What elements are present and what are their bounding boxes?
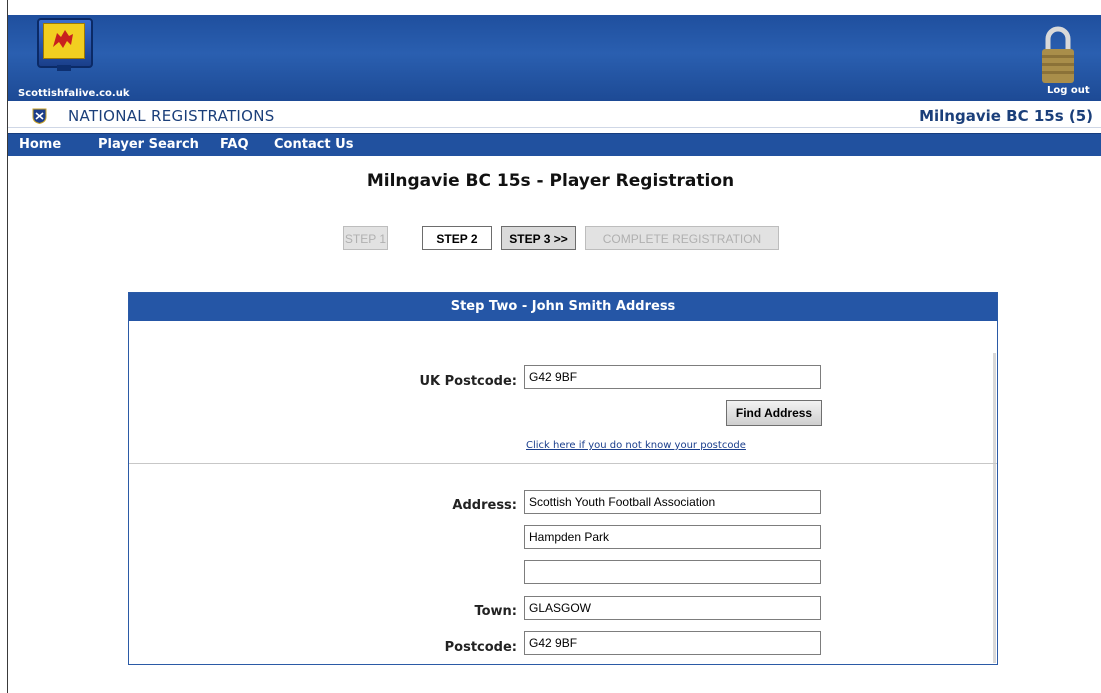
postcode-label: UK Postcode: [419,374,517,389]
step-2-button[interactable]: STEP 2 [422,226,492,250]
page-title: Milngavie BC 15s - Player Registration [366,171,735,191]
padlock-icon[interactable] [1038,25,1078,87]
town-input[interactable] [524,596,821,620]
nav-home[interactable]: Home [19,137,61,152]
nav-player-search[interactable]: Player Search [98,137,199,152]
postcode-2-label: Postcode: [444,640,517,655]
site-name: Scottishfalive.co.uk [18,88,130,99]
address-line-1-input[interactable] [524,490,821,514]
section-divider [129,463,997,464]
address-line-3-input[interactable] [524,560,821,584]
title-bar: NATIONAL REGISTRATIONS Milngavie BC 15s … [8,105,1101,128]
town-label: Town: [474,604,517,619]
find-address-button[interactable]: Find Address [726,400,822,426]
nav-faq[interactable]: FAQ [220,137,249,152]
postcode-help-link[interactable]: Click here if you do not know your postc… [526,440,746,451]
address-label: Address: [452,498,517,513]
team-label: Milngavie BC 15s (5) [919,107,1093,125]
sfa-crest-icon [32,108,47,124]
address-panel: Step Two - John Smith Address UK Postcod… [128,292,998,665]
monitor-stand [57,65,71,71]
step-3-button[interactable]: STEP 3 >> [501,226,576,250]
site-logo[interactable] [29,18,95,76]
postcode-input[interactable] [524,365,821,389]
postcode-2-input[interactable] [524,631,821,655]
panel-heading: Step Two - John Smith Address [129,293,997,321]
page-left-border [7,0,8,693]
site-banner: Scottishfalive.co.uk Log out [8,15,1101,101]
nav-contact-us[interactable]: Contact Us [274,137,353,152]
step-1-button[interactable]: STEP 1 [343,226,388,250]
lion-icon [53,30,73,48]
section-title: NATIONAL REGISTRATIONS [68,107,275,125]
complete-registration-button[interactable]: COMPLETE REGISTRATION [585,226,779,250]
address-line-2-input[interactable] [524,525,821,549]
panel-scrollbar[interactable] [993,353,996,663]
logout-link[interactable]: Log out [1047,85,1090,96]
main-nav: Home Player Search FAQ Contact Us [8,133,1101,156]
